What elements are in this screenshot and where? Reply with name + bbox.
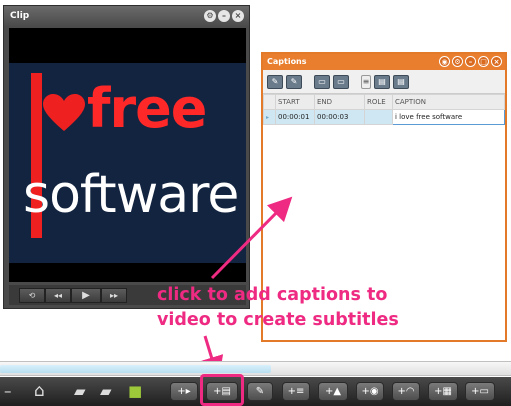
bottom-toolbar: – ⌂ ▰ ▰ ■ +▸ +▤ ✎ +≡ +▲ +◉ +◠ +▦ +▭ xyxy=(0,377,511,406)
add-frame-icon[interactable]: +▭ xyxy=(465,382,495,401)
column-header-start[interactable]: START xyxy=(275,94,315,110)
cell-caption-editor[interactable]: i love free software xyxy=(392,109,505,125)
add-list-icon[interactable]: +≡ xyxy=(282,382,310,401)
row-indicator-header xyxy=(263,94,276,110)
caption-left-icon[interactable]: ▭ xyxy=(314,74,330,89)
save-icon[interactable]: ■ xyxy=(128,381,142,401)
add-caption-icon[interactable]: ✎ xyxy=(267,74,283,89)
video-player[interactable]: free software xyxy=(9,28,246,282)
clip-titlebar[interactable]: Clip ⚙ – × xyxy=(4,6,249,27)
edit-icon[interactable]: ✎ xyxy=(247,382,273,401)
heart-icon xyxy=(43,94,85,131)
clip-window: Clip ⚙ – × free software ⟲ ◂◂ ▶ ▸▸ xyxy=(3,5,250,309)
play-icon[interactable]: ▶ xyxy=(71,287,101,303)
maximize-icon[interactable]: □ xyxy=(478,56,489,67)
home-icon[interactable]: ⌂ xyxy=(34,381,45,401)
add-grid-icon[interactable]: +▦ xyxy=(428,382,458,401)
folder-icon[interactable]: ▰ xyxy=(100,381,112,401)
document-icon[interactable]: ≡ xyxy=(361,74,371,89)
annotation-line2: video to create subtitles xyxy=(157,310,399,330)
highlight-add-caption xyxy=(200,374,244,406)
logo-word-software: software xyxy=(23,165,239,225)
settings-icon[interactable]: ⚙ xyxy=(452,56,463,67)
dash-icon: – xyxy=(4,382,12,400)
column-header-role[interactable]: ROLE xyxy=(364,94,393,110)
camera-icon[interactable]: ◉ xyxy=(439,56,450,67)
add-video-icon[interactable]: +▸ xyxy=(170,382,198,401)
table-row[interactable]: ▸ 00:00:01 00:00:03 i love free software xyxy=(263,109,505,125)
clip-title: Clip xyxy=(10,11,30,21)
minimize-icon[interactable]: – xyxy=(465,56,476,67)
cell-end[interactable]: 00:00:03 xyxy=(314,109,365,125)
row-pointer-icon: ▸ xyxy=(263,109,276,125)
logo-word-free: free xyxy=(87,77,207,140)
add-location-icon[interactable]: +◉ xyxy=(356,382,384,401)
folder-open-icon[interactable]: ▰ xyxy=(74,381,86,401)
settings-icon[interactable]: ⚙ xyxy=(204,10,216,22)
minimize-icon[interactable]: – xyxy=(218,10,230,22)
captions-title: Captions xyxy=(267,57,307,66)
video-frame: free software xyxy=(9,63,246,263)
caption-right-icon[interactable]: ▭ xyxy=(333,74,349,89)
column-header-caption[interactable]: CAPTION xyxy=(392,94,505,110)
annotation-line1: click to add captions to xyxy=(157,285,388,305)
captions-table: START END ROLE CAPTION ▸ 00:00:01 00:00:… xyxy=(263,94,505,125)
remove-caption-icon[interactable]: ✎ xyxy=(286,74,302,89)
import-icon[interactable]: ▤ xyxy=(374,74,390,89)
add-image-icon[interactable]: +▲ xyxy=(318,382,348,401)
export-icon[interactable]: ▤ xyxy=(393,74,409,89)
prev-icon[interactable]: ◂◂ xyxy=(45,287,71,303)
close-icon[interactable]: × xyxy=(491,56,502,67)
close-icon[interactable]: × xyxy=(232,10,244,22)
timeline-track[interactable] xyxy=(0,361,511,376)
rewind-icon[interactable]: ⟲ xyxy=(19,287,45,303)
captions-titlebar[interactable]: Captions ◉ ⚙ – □ × xyxy=(263,54,505,70)
next-icon[interactable]: ▸▸ xyxy=(101,287,127,303)
cell-role[interactable] xyxy=(364,109,393,125)
annotation-text: click to add captions to video to create… xyxy=(157,283,449,333)
cell-start[interactable]: 00:00:01 xyxy=(275,109,315,125)
column-header-end[interactable]: END xyxy=(314,94,365,110)
captions-toolbar: ✎ ✎ ▭ ▭ ≡ ▤ ▤ xyxy=(263,70,505,94)
add-rss-icon[interactable]: +◠ xyxy=(392,382,420,401)
timeline-progress xyxy=(0,365,271,373)
